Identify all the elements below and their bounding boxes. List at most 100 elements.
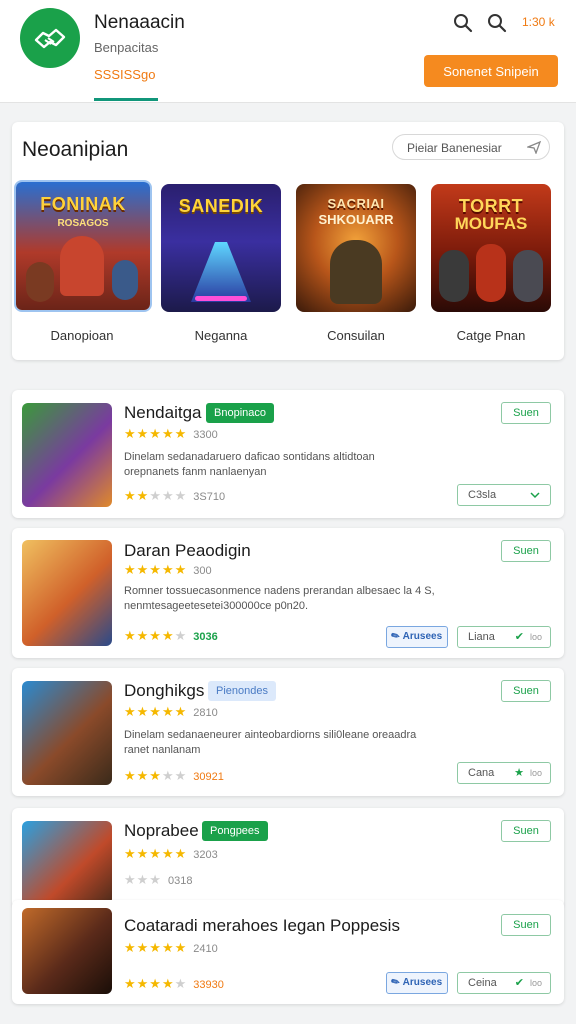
hero-figure [439, 250, 469, 302]
game-description: Romner tossuecasonmence nadens prerandan… [124, 585, 435, 612]
game-card[interactable]: Nendaitga Bnopinaco ★★★★★ 3300 Dinelam se… [12, 390, 564, 518]
open-button[interactable]: Suen [501, 914, 551, 936]
install-badge-label: Arusees [402, 631, 443, 642]
neon-bar [195, 296, 247, 301]
warrior-figure [330, 240, 382, 304]
game-art: SANEDIK [161, 184, 281, 312]
tile-banner: SACRIAI [327, 196, 385, 211]
game-art: SACRIAI SHKOUARR [296, 184, 416, 312]
check-icon: ✔ [514, 631, 524, 643]
send-icon [527, 140, 541, 154]
notification-count: 1:30 k [522, 15, 555, 29]
game-description: Dinelam sedanadaruero daficao sontidans … [124, 451, 375, 478]
game-title: Donghikgs [124, 681, 205, 700]
tile-banner: SANEDIK [178, 196, 264, 216]
install-badge-label: Arusees [402, 977, 443, 988]
rating-count: 3036 [193, 631, 218, 643]
app-subtitle: Benpacitas [94, 40, 159, 55]
zoom-search-icon[interactable] [486, 12, 508, 34]
tile-banner-sub: SHKOUARR [318, 212, 394, 227]
status-chip[interactable]: Cana ★ loo [457, 762, 551, 784]
featured-tile-label: Neganna [194, 328, 248, 343]
featured-search-field[interactable]: Pieiar Banenesiar [392, 134, 550, 160]
select-value: C3sla [468, 489, 497, 501]
chip-label: Cana [468, 767, 495, 779]
game-description: Dinelam sedanaeneurer ainteobardiorns si… [124, 729, 417, 756]
star-rating: ★★★★★ 2410 [124, 940, 218, 955]
status-badge: Bnopinaco [206, 403, 274, 423]
chip-small-label: loo [529, 632, 542, 642]
status-chip[interactable]: Ceina ✔ loo [457, 972, 551, 994]
status-chip[interactable]: Liana ✔ loo [457, 626, 551, 648]
primary-cta-button[interactable]: Sonenet Snipein [424, 55, 558, 87]
open-button[interactable]: Suen [501, 402, 551, 424]
rating-count: 3S710 [193, 491, 226, 503]
chip-label: Ceina [468, 977, 497, 989]
featured-section: Neoanipian Pieiar Banenesiar FONINAK ROS… [12, 122, 564, 360]
road-graphic [191, 242, 251, 302]
open-button[interactable]: Suen [501, 540, 551, 562]
secondary-rating: ★★★★★ 33930 [124, 976, 224, 991]
open-button[interactable]: Suen [501, 820, 551, 842]
app-meta: SSSISSgo [94, 67, 156, 82]
app-logo[interactable] [20, 8, 80, 68]
status-badge: Pongpees [202, 821, 268, 841]
secondary-rating: ★★★★★ 3036 [124, 628, 218, 643]
game-art: FONINAK ROSAGOS [16, 182, 150, 310]
hero-figure [60, 236, 104, 296]
featured-title: Neoanipian [22, 138, 129, 161]
install-badge-button[interactable]: ✎ Arusees [386, 626, 448, 648]
game-title: Noprabee [124, 821, 199, 840]
featured-tile[interactable]: TORRT MOUFAS [431, 184, 551, 312]
check-icon: ✔ [514, 977, 524, 989]
game-card[interactable]: Noprabee Pongpees ★★★★★ 3203 ★★★ 0318 Suen [12, 808, 564, 908]
tile-banner: FONINAK [40, 194, 126, 214]
hero-figure [26, 262, 54, 302]
game-thumbnail [22, 403, 112, 507]
secondary-rating: ★★★ 0318 [124, 872, 193, 887]
rating-count: 300 [193, 565, 212, 577]
install-badge-button[interactable]: ✎ Arusees [386, 972, 448, 994]
star-rating: ★★★★★ 2810 [124, 704, 218, 719]
game-card[interactable]: Daran Peaodigin ★★★★★ 300 Romner tossueca… [12, 528, 564, 658]
featured-search-placeholder: Pieiar Banenesiar [407, 141, 502, 155]
app-header: Nenaaacin Benpacitas SSSISSgo 1:30 k Son… [0, 0, 576, 103]
hero-figure [513, 250, 543, 302]
featured-tile[interactable]: FONINAK ROSAGOS [14, 180, 152, 312]
rating-count: 33930 [193, 979, 224, 991]
hero-figure [476, 244, 506, 302]
rating-count: 2410 [193, 943, 218, 955]
featured-tile-label: Consuilan [327, 328, 385, 343]
status-badge: Pienondes [208, 681, 276, 701]
tile-banner-sub: ROSAGOS [57, 218, 109, 229]
game-title: Daran Peaodigin [124, 541, 251, 560]
handshake-icon [34, 28, 66, 49]
rating-count: 2810 [193, 707, 218, 719]
tile-banner-sub: MOUFAS [454, 214, 528, 233]
star-rating: ★★★★★ 3300 [124, 426, 218, 441]
rating-count: 0318 [167, 875, 193, 887]
featured-tile[interactable]: SANEDIK [161, 184, 281, 312]
star-rating: ★★★★★ 3203 [124, 846, 218, 861]
game-thumbnail [22, 540, 112, 646]
game-title: Coataradi merahoes Iegan Poppesis [124, 916, 400, 935]
chevron-down-icon [530, 492, 540, 499]
game-thumbnail [22, 681, 112, 785]
chip-label: Liana [468, 631, 495, 643]
game-card[interactable]: Donghikgs Pienondes ★★★★★ 2810 Dinelam se… [12, 668, 564, 796]
featured-tile[interactable]: SACRIAI SHKOUARR [296, 184, 416, 312]
star-rating: ★★★★★ 300 [124, 562, 212, 577]
app-title: Nenaaacin [94, 12, 185, 33]
chip-small-label: loo [529, 978, 542, 988]
star-icon: ★ [514, 767, 524, 779]
open-button[interactable]: Suen [501, 680, 551, 702]
select-dropdown[interactable]: C3sla [457, 484, 551, 506]
search-icon[interactable] [452, 12, 474, 34]
secondary-rating: ★★★★★ 3S710 [124, 488, 226, 503]
hero-figure [112, 260, 138, 300]
rating-count: 30921 [193, 771, 224, 783]
game-card[interactable]: Coataradi merahoes Iegan Poppesis ★★★★★ 2… [12, 900, 564, 1004]
game-thumbnail [22, 821, 112, 905]
active-tab-indicator [94, 98, 158, 101]
rating-count: 3300 [193, 429, 218, 441]
